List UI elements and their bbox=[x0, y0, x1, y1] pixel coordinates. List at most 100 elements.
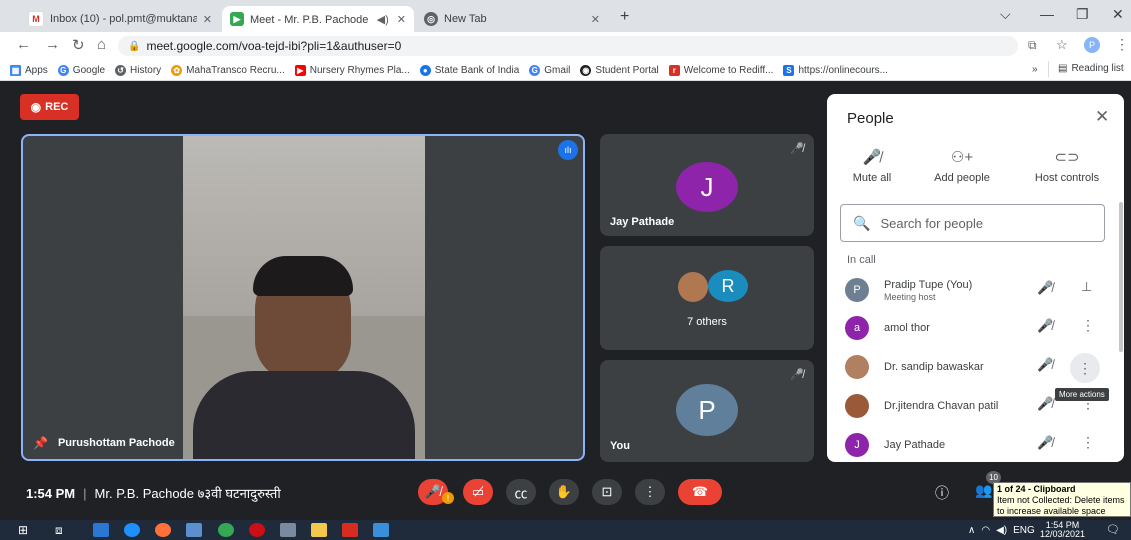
others-tile[interactable]: R 7 others bbox=[600, 246, 814, 350]
profile-avatar[interactable]: P bbox=[1084, 37, 1100, 53]
hangup-icon: ☎ bbox=[691, 484, 709, 499]
mic-off-icon[interactable]: 🎤̸ bbox=[1037, 280, 1053, 296]
mic-off-icon[interactable]: 🎤̸ bbox=[1037, 318, 1053, 334]
participant-tile[interactable]: 🎤̸ J Jay Pathade bbox=[600, 134, 814, 236]
add-person-icon: ⚇+ bbox=[950, 149, 974, 166]
bookmark-google[interactable]: G Google bbox=[57, 64, 105, 76]
new-tab-button[interactable]: + bbox=[620, 8, 629, 26]
record-icon: ◉ bbox=[30, 100, 42, 114]
search-people-input[interactable]: 🔍 Search for people bbox=[840, 204, 1105, 242]
bookmark-student-portal[interactable]: ◉ Student Portal bbox=[580, 64, 659, 76]
lock-icon: 🔒 bbox=[128, 40, 141, 52]
maximize-button[interactable]: ❐ bbox=[1076, 6, 1089, 23]
home-button[interactable]: ⌂ bbox=[97, 36, 106, 53]
back-button[interactable]: ← bbox=[16, 36, 31, 53]
mic-off-icon[interactable]: 🎤̸ bbox=[1037, 435, 1053, 451]
volume-icon[interactable]: ◀) bbox=[996, 525, 1007, 536]
present-icon: ⊡ bbox=[601, 484, 613, 499]
host-controls-button[interactable]: ⊂⊃ Host controls bbox=[1022, 148, 1112, 184]
raise-hand-button[interactable]: ✋ bbox=[549, 479, 579, 505]
camera-toggle-button[interactable]: ▭̸ bbox=[463, 479, 493, 505]
tab-gmail[interactable]: M Inbox (10) - pol.pmt@muktanand ✕ bbox=[20, 6, 220, 32]
tab-newtab[interactable]: ◎ New Tab ✕ bbox=[416, 6, 608, 32]
close-window-button[interactable]: ✕ bbox=[1112, 6, 1124, 23]
bookmark-gmail[interactable]: G Gmail bbox=[529, 64, 570, 76]
minimize-button[interactable]: — bbox=[1040, 6, 1054, 22]
panel-title: People bbox=[847, 110, 894, 127]
close-tab-icon[interactable]: ✕ bbox=[397, 13, 406, 26]
folder-icon[interactable] bbox=[311, 523, 327, 537]
main-tile-name: Purushottam Pachode bbox=[57, 437, 175, 449]
cast-icon[interactable]: ⧉ bbox=[1028, 38, 1037, 53]
windows-start-icon[interactable]: ⊞ bbox=[18, 523, 28, 537]
leave-call-button[interactable]: ☎ bbox=[678, 479, 722, 505]
more-actions-button[interactable]: ⋮ bbox=[1070, 353, 1100, 383]
speaker-icon: ◀) bbox=[376, 13, 389, 26]
more-actions-icon[interactable]: ⋮ bbox=[1081, 317, 1095, 334]
pdf-icon[interactable] bbox=[342, 523, 358, 537]
meeting-title: Mr. P.B. Pachode ७३वी घटनादुरुस्ती bbox=[94, 486, 281, 501]
forward-button[interactable]: → bbox=[45, 36, 60, 53]
photos-icon[interactable] bbox=[373, 523, 389, 537]
opera-icon[interactable] bbox=[249, 523, 265, 537]
apps-icon: ▦ bbox=[10, 64, 21, 76]
bookmark-nursery[interactable]: ▶ Nursery Rhymes Pla... bbox=[294, 64, 410, 76]
clipboard-notification[interactable]: 1 of 24 - Clipboard Item not Collected: … bbox=[993, 482, 1131, 517]
gmail-icon: M bbox=[28, 11, 44, 27]
close-tab-icon[interactable]: ✕ bbox=[591, 13, 600, 26]
bookmark-history[interactable]: ↺ History bbox=[115, 64, 161, 76]
pin-icon[interactable]: 📌 bbox=[33, 436, 48, 450]
bookmark-sbi[interactable]: ● State Bank of India bbox=[419, 64, 519, 76]
app-icon[interactable] bbox=[280, 523, 296, 537]
firefox-icon[interactable] bbox=[155, 523, 171, 537]
avatar: R bbox=[708, 270, 748, 302]
close-panel-button[interactable]: ✕ bbox=[1095, 107, 1109, 127]
captions-button[interactable]: ㏄ bbox=[506, 479, 536, 505]
people-icon[interactable]: 👥 bbox=[975, 482, 992, 499]
clock[interactable]: 1:54 PM 12/03/2021 bbox=[1040, 521, 1085, 539]
notification-icon[interactable]: 🗨 bbox=[1106, 523, 1120, 536]
mail-app-icon[interactable] bbox=[93, 523, 109, 537]
bookmark-rediff[interactable]: r Welcome to Rediff... bbox=[668, 64, 773, 76]
present-button[interactable]: ⊡ bbox=[592, 479, 622, 505]
more-bookmarks-icon[interactable]: » bbox=[1032, 64, 1038, 75]
pin-icon[interactable]: ⊥ bbox=[1081, 279, 1092, 295]
chevron-up-icon[interactable]: ∧ bbox=[968, 525, 975, 536]
menu-icon[interactable]: ⋮ bbox=[1115, 36, 1129, 53]
mute-all-button[interactable]: 🎤̸ Mute all bbox=[837, 148, 907, 184]
history-icon: ↺ bbox=[115, 64, 127, 76]
wifi-icon[interactable]: ◠ bbox=[981, 525, 990, 536]
add-people-button[interactable]: ⚇+ Add people bbox=[922, 148, 1002, 184]
avatar bbox=[845, 394, 869, 418]
mic-off-icon[interactable]: 🎤̸ bbox=[1037, 357, 1053, 373]
reading-list-button[interactable]: ▤ Reading list bbox=[1058, 63, 1124, 74]
address-bar[interactable]: 🔒 meet.google.com/voa-tejd-ibi?pli=1&aut… bbox=[118, 36, 1018, 56]
close-tab-icon[interactable]: ✕ bbox=[203, 13, 212, 26]
in-call-label: In call bbox=[847, 254, 876, 266]
task-view-icon[interactable]: ⧈ bbox=[55, 523, 63, 538]
chrome-icon[interactable] bbox=[218, 523, 234, 537]
more-actions-icon[interactable]: ⋮ bbox=[1081, 434, 1095, 451]
bookmark-apps[interactable]: ▦ Apps bbox=[10, 64, 48, 76]
more-options-button[interactable]: ⋮ bbox=[635, 479, 665, 505]
avatar: P bbox=[845, 278, 869, 302]
self-tile[interactable]: 🎤̸ P You bbox=[600, 360, 814, 462]
files-icon[interactable] bbox=[186, 523, 202, 537]
reload-button[interactable]: ↻ bbox=[72, 36, 85, 54]
star-icon[interactable]: ☆ bbox=[1056, 37, 1068, 53]
chevron-down-icon[interactable]: ⌵ bbox=[1000, 6, 1011, 23]
tab-meet[interactable]: ▶ Meet - Mr. P.B. Pachode ७३ ◀) ✕ bbox=[222, 6, 414, 32]
participant-row[interactable]: P Pradip Tupe (You) Meeting host 🎤̸ ⊥ bbox=[827, 272, 1124, 310]
edge-icon[interactable] bbox=[124, 523, 140, 537]
bookmark-onlinecourses[interactable]: Shttps://onlinecours... bbox=[783, 64, 888, 76]
bookmark-mahatransco[interactable]: ✿ MahaTransco Recru... bbox=[171, 64, 285, 76]
info-icon[interactable]: ⓘ bbox=[935, 483, 949, 503]
captions-icon: ㏄ bbox=[514, 485, 528, 501]
mic-off-icon: 🎤̸ bbox=[862, 149, 882, 166]
participant-row[interactable]: Dr. sandip bawaskar 🎤̸ ⋮ bbox=[827, 349, 1124, 387]
participant-row[interactable]: J Jay Pathade 🎤̸ ⋮ bbox=[827, 427, 1124, 462]
avatar bbox=[678, 272, 708, 302]
mic-off-icon[interactable]: 🎤̸ bbox=[1037, 396, 1053, 412]
speaking-indicator-icon: ılı bbox=[558, 140, 578, 160]
participant-row[interactable]: a amol thor 🎤̸ ⋮ bbox=[827, 310, 1124, 348]
